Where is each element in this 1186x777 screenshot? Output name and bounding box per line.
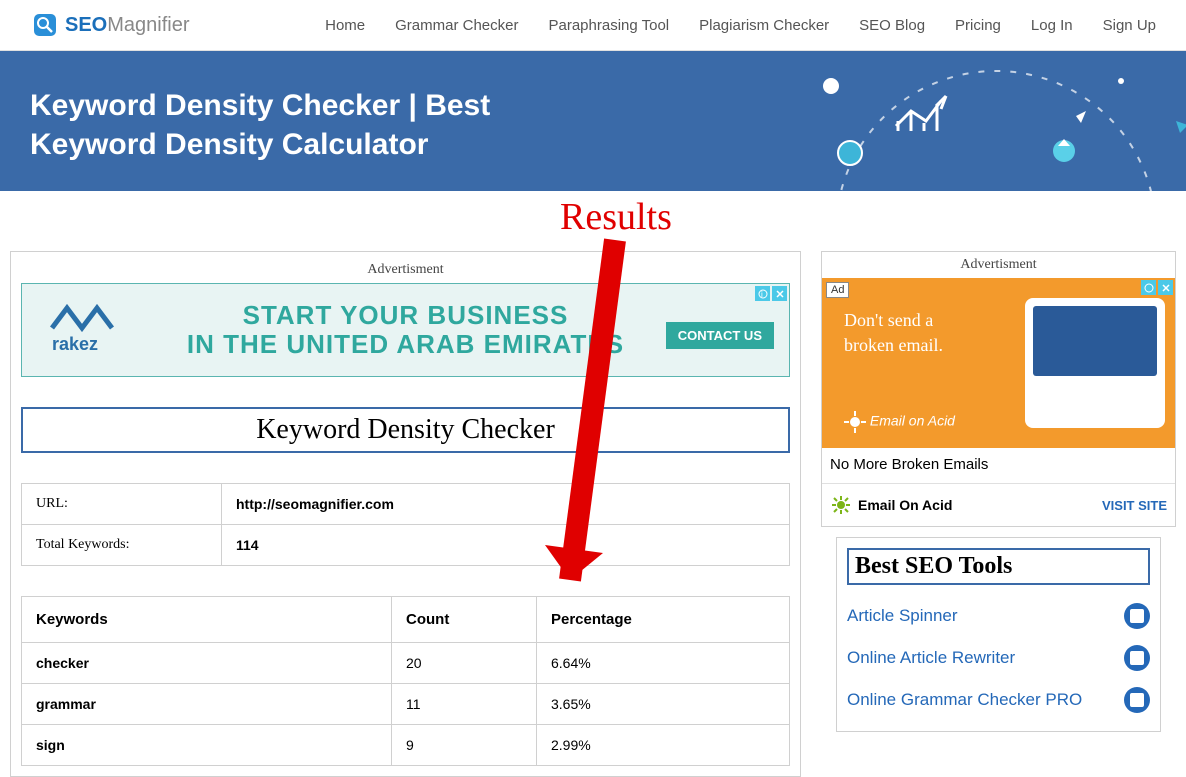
star-icon [830,494,852,516]
tool-link-article-spinner[interactable]: Article Spinner [847,606,958,626]
side-ad-container: Advertisment Ad Don't send a broken emai… [821,251,1176,527]
list-item: Article Spinner [847,595,1150,637]
header-keywords: Keywords [22,597,392,643]
ad-label: Advertisment [21,262,790,278]
logo-text: SEOMagnifier [65,14,190,37]
table-row: Total Keywords: 114 [22,525,790,566]
header: SEOMagnifier Home Grammar Checker Paraph… [0,0,1186,51]
sidebar: Advertisment Ad Don't send a broken emai… [821,251,1176,777]
nav-item-grammar-checker[interactable]: Grammar Checker [395,17,518,34]
side-ad-brand: Email On Acid [830,494,952,516]
side-ad-footer: Email On Acid VISIT SITE [822,483,1175,526]
nav-item-signup[interactable]: Sign Up [1103,17,1156,34]
tool-icon [1124,603,1150,629]
side-ad-logo: Email on Acid [844,411,955,433]
total-keywords-value: 114 [222,525,790,566]
main-nav: Home Grammar Checker Paraphrasing Tool P… [325,17,1156,34]
ad-banner[interactable]: rakez START YOUR BUSINESS IN THE UNITED … [21,283,790,377]
ad-label: Advertisment [822,257,1175,273]
nav-item-seo-blog[interactable]: SEO Blog [859,17,925,34]
side-ad-headline: Don't send a broken email. [844,308,943,358]
device-icon [1025,298,1165,428]
ad-info-icon[interactable] [1141,280,1156,295]
nav-item-pricing[interactable]: Pricing [955,17,1001,34]
ad-info-icon[interactable]: i [755,286,770,301]
info-table: URL: http://seomagnifier.com Total Keywo… [21,483,790,566]
magnifier-icon [30,10,60,40]
svg-text:i: i [761,290,763,299]
url-label: URL: [22,484,222,525]
ad-brand-logo: rakez [42,298,132,363]
tool-icon [1124,645,1150,671]
list-item: Online Grammar Checker PRO [847,679,1150,721]
url-value: http://seomagnifier.com [222,484,790,525]
list-item: Online Article Rewriter [847,637,1150,679]
main-content: Advertisment rakez START YOUR BUSINESS I… [10,251,801,777]
table-row: URL: http://seomagnifier.com [22,484,790,525]
hero-decoration [786,51,1186,191]
tools-box: Best SEO Tools Article Spinner Online Ar… [836,537,1161,732]
table-row: checker 20 6.64% [22,643,790,684]
ad-close-icon[interactable] [772,286,787,301]
ad-controls [1141,280,1173,295]
ad-cta-button[interactable]: CONTACT US [666,322,774,349]
header-count: Count [392,597,537,643]
side-ad-caption: No More Broken Emails [822,456,1175,483]
nav-item-home[interactable]: Home [325,17,365,34]
ad-controls: i [755,286,787,301]
ad-close-icon[interactable] [1158,280,1173,295]
nav-item-plagiarism-checker[interactable]: Plagiarism Checker [699,17,829,34]
tool-title-box: Keyword Density Checker [21,407,790,453]
hero-banner: Keyword Density Checker | Best Keyword D… [0,51,1186,191]
tools-list: Article Spinner Online Article Rewriter … [847,595,1150,721]
ad-badge: Ad [826,282,849,298]
table-row: sign 9 2.99% [22,725,790,766]
ad-banner-text: START YOUR BUSINESS IN THE UNITED ARAB E… [187,301,624,358]
tool-link-grammar-checker[interactable]: Online Grammar Checker PRO [847,690,1082,710]
nav-item-login[interactable]: Log In [1031,17,1073,34]
tools-title: Best SEO Tools [855,553,1142,580]
table-row: grammar 11 3.65% [22,684,790,725]
nav-item-paraphrasing-tool[interactable]: Paraphrasing Tool [548,17,669,34]
header-percentage: Percentage [537,597,790,643]
annotation-label: Results [560,195,672,239]
results-table: Keywords Count Percentage checker 20 6.6… [21,596,790,766]
total-keywords-label: Total Keywords: [22,525,222,566]
logo[interactable]: SEOMagnifier [30,10,190,40]
tool-icon [1124,687,1150,713]
visit-site-link[interactable]: VISIT SITE [1102,498,1167,513]
svg-text:rakez: rakez [52,334,98,354]
tool-title: Keyword Density Checker [28,414,783,446]
tool-link-article-rewriter[interactable]: Online Article Rewriter [847,648,1015,668]
tools-title-box: Best SEO Tools [847,548,1150,585]
side-ad[interactable]: Ad Don't send a broken email. Email on A… [822,278,1175,448]
